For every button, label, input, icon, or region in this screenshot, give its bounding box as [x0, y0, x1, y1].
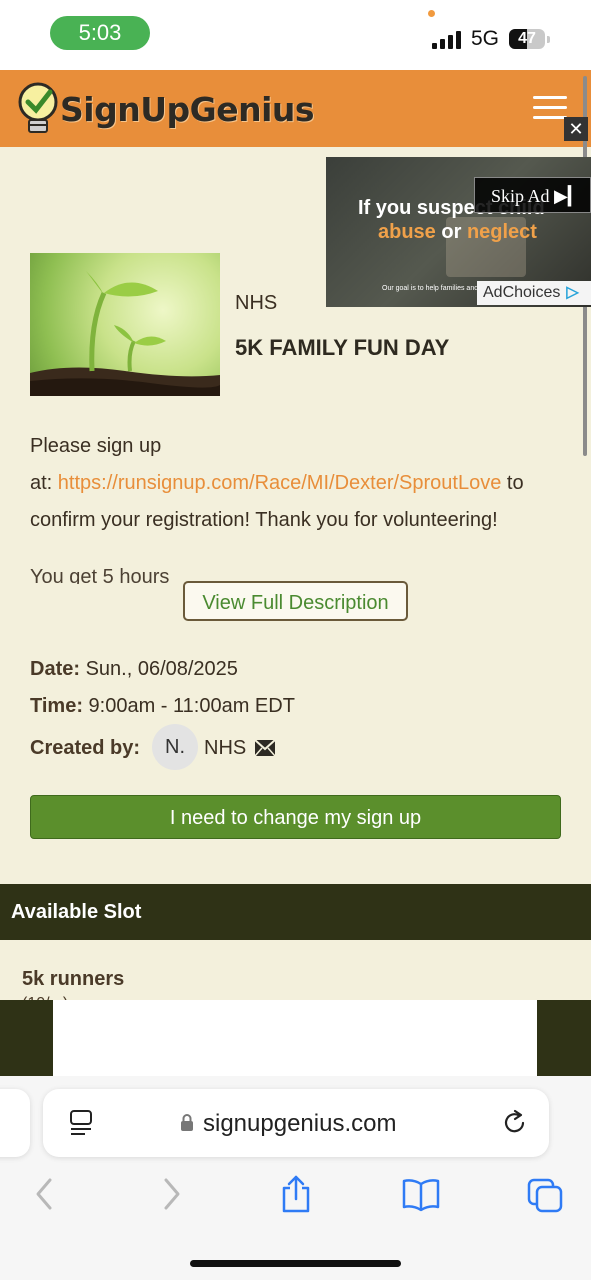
- privacy-indicator: [428, 10, 435, 17]
- lock-icon: [181, 1114, 193, 1131]
- view-full-description-button[interactable]: View Full Description: [183, 581, 408, 621]
- mail-icon[interactable]: [254, 739, 276, 757]
- registration-link[interactable]: https://runsignup.com/Race/MI/Dexter/Spr…: [58, 472, 502, 494]
- skip-ad-button[interactable]: Skip Ad ▶▎: [474, 177, 591, 213]
- signup-description: Please sign up at: https://runsignup.com…: [30, 435, 524, 531]
- reload-icon[interactable]: [502, 1108, 528, 1136]
- slot-name: 5k runners: [22, 968, 125, 990]
- battery-icon: 47: [509, 29, 550, 49]
- time-row: Time: 9:00am - 11:00am EDT: [30, 695, 295, 717]
- url-text[interactable]: signupgenius.com: [203, 1110, 396, 1138]
- bookmarks-icon[interactable]: [401, 1174, 441, 1214]
- ad-close-button[interactable]: ✕: [564, 117, 588, 141]
- signup-image: [30, 253, 220, 396]
- page-menu-icon[interactable]: [68, 1109, 94, 1137]
- lightbulb-logo-icon: [18, 82, 58, 133]
- ad-small-print: Our goal is to help families and c: [382, 285, 484, 292]
- organization-name: NHS: [235, 292, 278, 314]
- date-row: Date: Sun., 06/08/2025: [30, 658, 238, 680]
- creator-name: NHS: [204, 737, 247, 759]
- adchoices-link[interactable]: AdChoices ▷: [477, 281, 591, 305]
- home-indicator[interactable]: [190, 1260, 401, 1267]
- site-logo[interactable]: SignUpGenius: [60, 90, 315, 129]
- bottom-ad-slot[interactable]: [53, 1000, 537, 1076]
- adchoices-icon: ▷: [566, 284, 579, 301]
- avatar: N.: [152, 724, 198, 770]
- forward-icon[interactable]: [160, 1174, 184, 1214]
- signal-icon: [432, 29, 464, 49]
- share-icon[interactable]: [279, 1174, 313, 1214]
- network-type: 5G: [471, 27, 500, 50]
- back-icon[interactable]: [32, 1174, 56, 1214]
- tabs-icon[interactable]: [526, 1174, 566, 1214]
- signup-title: 5K FAMILY FUN DAY: [235, 335, 450, 360]
- created-by-label: Created by:: [30, 737, 141, 759]
- battery-level: 47: [518, 30, 536, 47]
- ad-headline-2: abuse or neglect: [378, 221, 537, 243]
- video-ad[interactable]: If you suspect child abuse or neglect Ou…: [326, 157, 591, 307]
- available-slot-label: Available Slot: [11, 901, 142, 923]
- previous-tab[interactable]: [0, 1089, 30, 1157]
- change-signup-button[interactable]: I need to change my sign up: [30, 795, 561, 839]
- status-time: 5:03: [50, 16, 150, 50]
- description-faded-text: You get 5 hours: [30, 566, 170, 584]
